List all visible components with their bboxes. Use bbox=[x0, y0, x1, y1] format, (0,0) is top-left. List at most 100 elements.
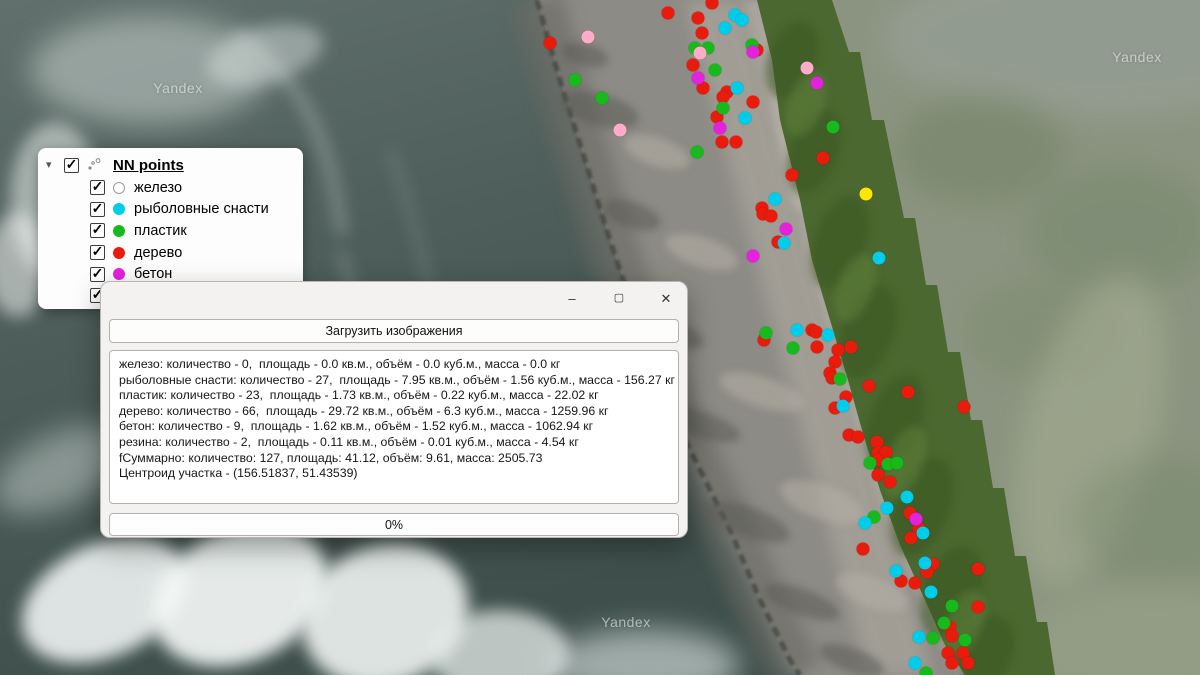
map-point-green[interactable] bbox=[596, 92, 609, 105]
map-point-cyan[interactable] bbox=[736, 14, 749, 27]
map-point-cyan[interactable] bbox=[881, 502, 894, 515]
map-point-red[interactable] bbox=[902, 386, 915, 399]
map-point-red[interactable] bbox=[958, 401, 971, 414]
map-point-green[interactable] bbox=[787, 342, 800, 355]
map-point-red[interactable] bbox=[946, 630, 959, 643]
map-point-cyan[interactable] bbox=[859, 517, 872, 530]
map-point-red[interactable] bbox=[544, 37, 557, 50]
map-point-red[interactable] bbox=[687, 59, 700, 72]
map-point-green[interactable] bbox=[927, 632, 940, 645]
legend-item-checkbox[interactable]: ✓ bbox=[90, 245, 105, 260]
legend-item-checkbox[interactable]: ✓ bbox=[90, 202, 105, 217]
map-point-cyan[interactable] bbox=[769, 193, 782, 206]
map-point-red[interactable] bbox=[962, 657, 975, 670]
map-point-cyan[interactable] bbox=[890, 565, 903, 578]
close-icon[interactable]: ✕ bbox=[651, 286, 681, 310]
map-point-cyan[interactable] bbox=[909, 657, 922, 670]
map-point-red[interactable] bbox=[909, 577, 922, 590]
map-point-cyan[interactable] bbox=[919, 557, 932, 570]
map-point-red[interactable] bbox=[817, 152, 830, 165]
legend-item-checkbox[interactable]: ✓ bbox=[90, 267, 105, 282]
map-point-green[interactable] bbox=[920, 667, 933, 675]
map-point-yellow[interactable] bbox=[860, 188, 873, 201]
map-point-magenta[interactable] bbox=[747, 46, 760, 59]
map-point-green[interactable] bbox=[760, 327, 773, 340]
map-point-red[interactable] bbox=[811, 341, 824, 354]
map-point-cyan[interactable] bbox=[731, 82, 744, 95]
map-point-cyan[interactable] bbox=[719, 22, 732, 35]
map-point-cyan[interactable] bbox=[791, 324, 804, 337]
map-point-pink[interactable] bbox=[801, 62, 814, 75]
map-point-green[interactable] bbox=[864, 457, 877, 470]
map-point-red[interactable] bbox=[730, 136, 743, 149]
legend-item-checkbox[interactable]: ✓ bbox=[90, 180, 105, 195]
map-point-cyan[interactable] bbox=[925, 586, 938, 599]
map-point-green[interactable] bbox=[891, 457, 904, 470]
legend-item: ✓ рыболовные снасти bbox=[38, 199, 303, 221]
map-point-green[interactable] bbox=[834, 373, 847, 386]
map-point-pink[interactable] bbox=[694, 47, 707, 60]
map-point-red[interactable] bbox=[972, 563, 985, 576]
legend-color-swatch bbox=[113, 247, 125, 259]
stats-line: резина: количество - 2, площадь - 0.11 к… bbox=[119, 435, 669, 451]
map-point-red[interactable] bbox=[852, 431, 865, 444]
map-point-red[interactable] bbox=[845, 341, 858, 354]
map-point-cyan[interactable] bbox=[913, 631, 926, 644]
layer-checkbox[interactable]: ✓ bbox=[64, 158, 79, 173]
map-point-red[interactable] bbox=[863, 380, 876, 393]
progress-bar: 0% bbox=[109, 513, 679, 536]
map-point-cyan[interactable] bbox=[778, 237, 791, 250]
map-point-green[interactable] bbox=[691, 146, 704, 159]
legend-item-label: железо bbox=[134, 180, 182, 196]
load-images-button[interactable]: Загрузить изображения bbox=[109, 319, 679, 343]
legend-item-checkbox[interactable]: ✓ bbox=[90, 223, 105, 238]
map-point-cyan[interactable] bbox=[822, 329, 835, 342]
map-point-red[interactable] bbox=[972, 601, 985, 614]
map-point-red[interactable] bbox=[747, 96, 760, 109]
map-point-green[interactable] bbox=[709, 64, 722, 77]
map-point-red[interactable] bbox=[872, 469, 885, 482]
legend-item-label: рыболовные снасти bbox=[134, 201, 269, 217]
map-point-cyan[interactable] bbox=[837, 400, 850, 413]
stats-line: железо: количество - 0, площадь - 0.0 кв… bbox=[119, 357, 669, 373]
map-point-pink[interactable] bbox=[582, 31, 595, 44]
map-point-green[interactable] bbox=[569, 74, 582, 87]
map-point-cyan[interactable] bbox=[739, 112, 752, 125]
map-point-red[interactable] bbox=[765, 210, 778, 223]
map-point-green[interactable] bbox=[717, 102, 730, 115]
map-point-magenta[interactable] bbox=[811, 77, 824, 90]
map-point-pink[interactable] bbox=[614, 124, 627, 137]
map-point-red[interactable] bbox=[706, 0, 719, 10]
stats-box: железо: количество - 0, площадь - 0.0 кв… bbox=[109, 350, 679, 504]
checkbox-check-mark: ✓ bbox=[92, 266, 104, 280]
map-point-green[interactable] bbox=[938, 617, 951, 630]
map-point-red[interactable] bbox=[696, 27, 709, 40]
map-point-magenta[interactable] bbox=[714, 122, 727, 135]
map-point-green[interactable] bbox=[946, 600, 959, 613]
map-point-red[interactable] bbox=[662, 7, 675, 20]
map-point-red[interactable] bbox=[786, 169, 799, 182]
collapse-arrow-icon[interactable]: ▾ bbox=[46, 160, 64, 171]
map-point-red[interactable] bbox=[716, 136, 729, 149]
dialog-titlebar[interactable]: – ▢ ✕ bbox=[101, 282, 687, 312]
map-point-red[interactable] bbox=[884, 476, 897, 489]
map-point-red[interactable] bbox=[692, 12, 705, 25]
map-point-red[interactable] bbox=[810, 326, 823, 339]
map-point-cyan[interactable] bbox=[901, 491, 914, 504]
map-point-magenta[interactable] bbox=[910, 513, 923, 526]
legend-item-label: бетон bbox=[134, 266, 172, 282]
map-point-cyan[interactable] bbox=[873, 252, 886, 265]
map-point-red[interactable] bbox=[946, 657, 959, 670]
legend-item: ✓ железо bbox=[38, 177, 303, 199]
minimize-icon[interactable]: – bbox=[557, 286, 587, 310]
map-point-green[interactable] bbox=[827, 121, 840, 134]
legend-item: ✓дерево bbox=[38, 242, 303, 264]
stats-dialog: – ▢ ✕ Загрузить изображения железо: коли… bbox=[100, 281, 688, 538]
map-point-magenta[interactable] bbox=[692, 72, 705, 85]
map-point-green[interactable] bbox=[959, 634, 972, 647]
map-point-red[interactable] bbox=[857, 543, 870, 556]
map-point-magenta[interactable] bbox=[747, 250, 760, 263]
maximize-icon[interactable]: ▢ bbox=[604, 286, 634, 310]
map-point-magenta[interactable] bbox=[780, 223, 793, 236]
map-point-cyan[interactable] bbox=[917, 527, 930, 540]
